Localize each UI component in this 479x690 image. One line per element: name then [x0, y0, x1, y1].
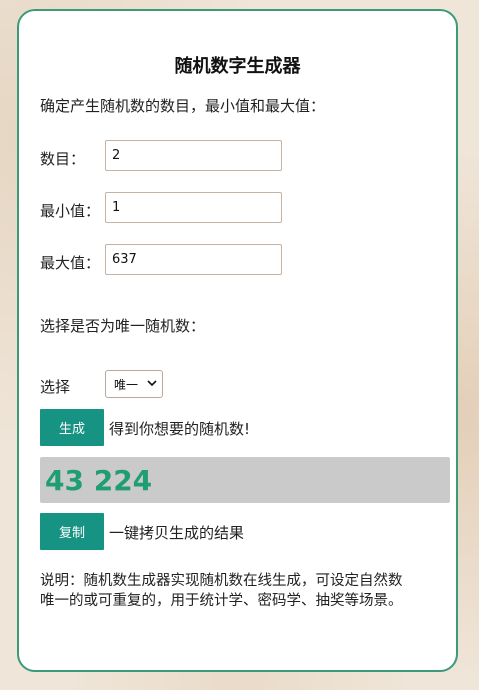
- copy-button[interactable]: 复制: [40, 513, 104, 550]
- generate-description: 得到你想要的随机数!: [109, 420, 251, 438]
- unique-section-label: 选择是否为唯一随机数：: [40, 317, 206, 335]
- page-title: 随机数字生成器: [174, 56, 301, 77]
- min-label: 最小值：: [40, 202, 101, 220]
- description-line-2: 唯一的或可重复的，用于统计学、密码学、抽奖等场景。: [40, 593, 403, 609]
- max-input[interactable]: 637: [105, 244, 282, 275]
- description-note: 说明：随机数生成器实现随机数在线生成，可设定自然数 唯一的或可重复的，用于统计学…: [40, 571, 450, 611]
- intro-text: 确定产生随机数的数目，最小值和最大值：: [40, 97, 326, 115]
- result-display: 43 224: [40, 457, 450, 503]
- unique-select[interactable]: 唯一: [105, 370, 163, 398]
- min-input[interactable]: 1: [105, 192, 282, 223]
- unique-select-value: 唯一: [114, 377, 139, 392]
- description-line-1: 说明：随机数生成器实现随机数在线生成，可设定自然数: [40, 573, 403, 589]
- generate-button[interactable]: 生成: [40, 409, 104, 446]
- max-label: 最大值：: [40, 254, 101, 272]
- chevron-down-icon: [147, 380, 157, 387]
- count-label: 数目：: [40, 150, 86, 168]
- generator-card: 随机数字生成器 确定产生随机数的数目，最小值和最大值： 数目： 2 最小值： 1…: [17, 9, 458, 672]
- count-input[interactable]: 2: [105, 140, 282, 171]
- copy-description: 一键拷贝生成的结果: [109, 524, 245, 542]
- unique-select-label: 选择: [40, 378, 71, 396]
